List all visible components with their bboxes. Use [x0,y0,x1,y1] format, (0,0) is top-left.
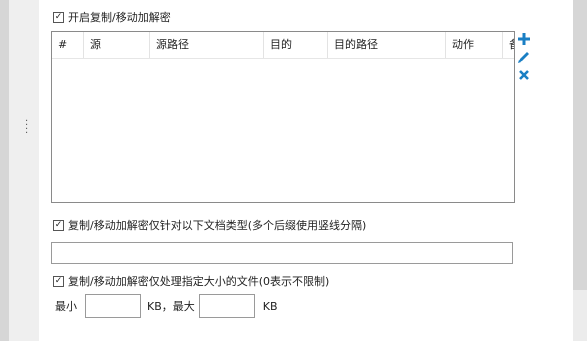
column-header-destination-path[interactable]: 目的路径 [328,32,446,58]
doc-types-only-label: 复制/移动加解密仅针对以下文档类型(多个后缀使用竖线分隔) [68,219,367,232]
plus-icon[interactable] [517,32,531,46]
checkbox-doc-types-icon[interactable]: ✓ [53,219,64,231]
checkbox-size-limit-icon[interactable]: ✓ [53,275,64,287]
column-header-destination[interactable]: 目的 [264,32,328,58]
table-actions [517,32,531,86]
column-header-source-path[interactable]: 源路径 [150,32,264,58]
doc-types-only-checkbox[interactable]: ✓ 复制/移动加解密仅针对以下文档类型(多个后缀使用竖线分隔) [53,217,366,233]
column-header-action[interactable]: 动作 [446,32,503,58]
pencil-icon[interactable] [517,50,531,64]
size-limit-checkbox[interactable]: ✓ 复制/移动加解密仅处理指定大小的文件(0表示不限制) [53,273,329,289]
splitter[interactable]: · · · · [9,0,39,341]
doc-types-input[interactable] [51,242,513,264]
min-size-input[interactable] [85,294,141,318]
checkbox-enable-icon[interactable]: ✓ [53,11,64,23]
size-range-row: 最小 KB，最大 KB [55,294,278,318]
min-size-label: 最小 [55,300,77,313]
column-header-index[interactable]: # [52,32,84,58]
enable-copy-move-decrypt-checkbox[interactable]: ✓ 开启复制/移动加解密 [53,9,171,25]
close-icon[interactable] [517,68,531,82]
column-header-remark[interactable]: 备 [503,32,514,58]
settings-panel: ✓ 开启复制/移动加解密 # 源 源路径 目的 目的路径 动作 备 ✓ 复制/移… [39,0,573,341]
rules-table[interactable]: # 源 源路径 目的 目的路径 动作 备 [51,31,515,203]
size-limit-label: 复制/移动加解密仅处理指定大小的文件(0表示不限制) [68,275,330,288]
enable-copy-move-decrypt-label: 开启复制/移动加解密 [68,11,171,24]
left-edge [0,0,9,341]
column-header-source[interactable]: 源 [84,32,150,58]
max-size-input[interactable] [198,294,255,318]
size-unit-label: KB [262,299,278,313]
bottom-band [573,290,587,341]
splitter-grip-icon[interactable]: · · · · [25,117,28,139]
max-size-label: KB，最大 [147,300,195,313]
rules-table-header: # 源 源路径 目的 目的路径 动作 备 [52,32,514,59]
